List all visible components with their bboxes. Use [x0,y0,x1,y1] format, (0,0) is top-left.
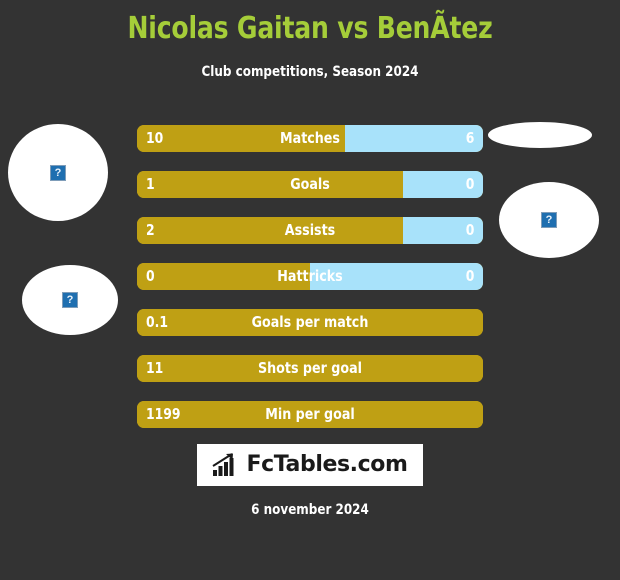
stat-comparison-infographic: Nicolas Gaitan vs BenÃ­tez Club competit… [0,0,620,580]
generated-date: 6 november 2024 [251,502,369,518]
stat-row: 11 Shots per goal [137,355,483,382]
stat-row: 1 Goals 0 [137,171,483,198]
stat-right-value: 0 [465,267,474,285]
stat-row: 0.1 Goals per match [137,309,483,336]
right-club-badge [499,182,599,258]
stat-right-value: 0 [465,221,474,239]
right-player-photo [488,122,592,148]
page-subtitle: Club competitions, Season 2024 [201,64,419,80]
left-club-badge [22,265,118,335]
left-player-photo [8,124,108,221]
stat-label: Min per goal [265,405,355,423]
stat-row: 2 Assists 0 [137,217,483,244]
stat-row: 10 Matches 6 [137,125,483,152]
broken-image-icon [50,164,66,181]
stat-right-value: 0 [465,175,474,193]
stat-right-value: 6 [465,129,474,147]
stat-label: Goals per match [251,313,369,331]
fctables-logo-text: FcTables.com [246,452,408,477]
stat-row: 0 Hattricks 0 [137,263,483,290]
stat-label: Shots per goal [258,359,362,377]
fctables-logo[interactable]: FcTables.com [197,444,423,486]
stat-row: 1199 Min per goal [137,401,483,428]
stat-bars-list: 10 Matches 6 1 Goals 0 2 Assists 0 0 Hattricks 0 0.1… [137,125,483,447]
bar-chart-growth-icon [212,453,234,476]
stat-label: Assists [284,221,336,239]
page-title: Nicolas Gaitan vs BenÃ­tez [127,11,493,46]
stat-label: Hattricks [277,267,343,285]
broken-image-icon [62,292,78,308]
broken-image-icon [541,212,557,228]
stat-label: Goals [290,175,330,193]
stat-label: Matches [280,129,340,147]
